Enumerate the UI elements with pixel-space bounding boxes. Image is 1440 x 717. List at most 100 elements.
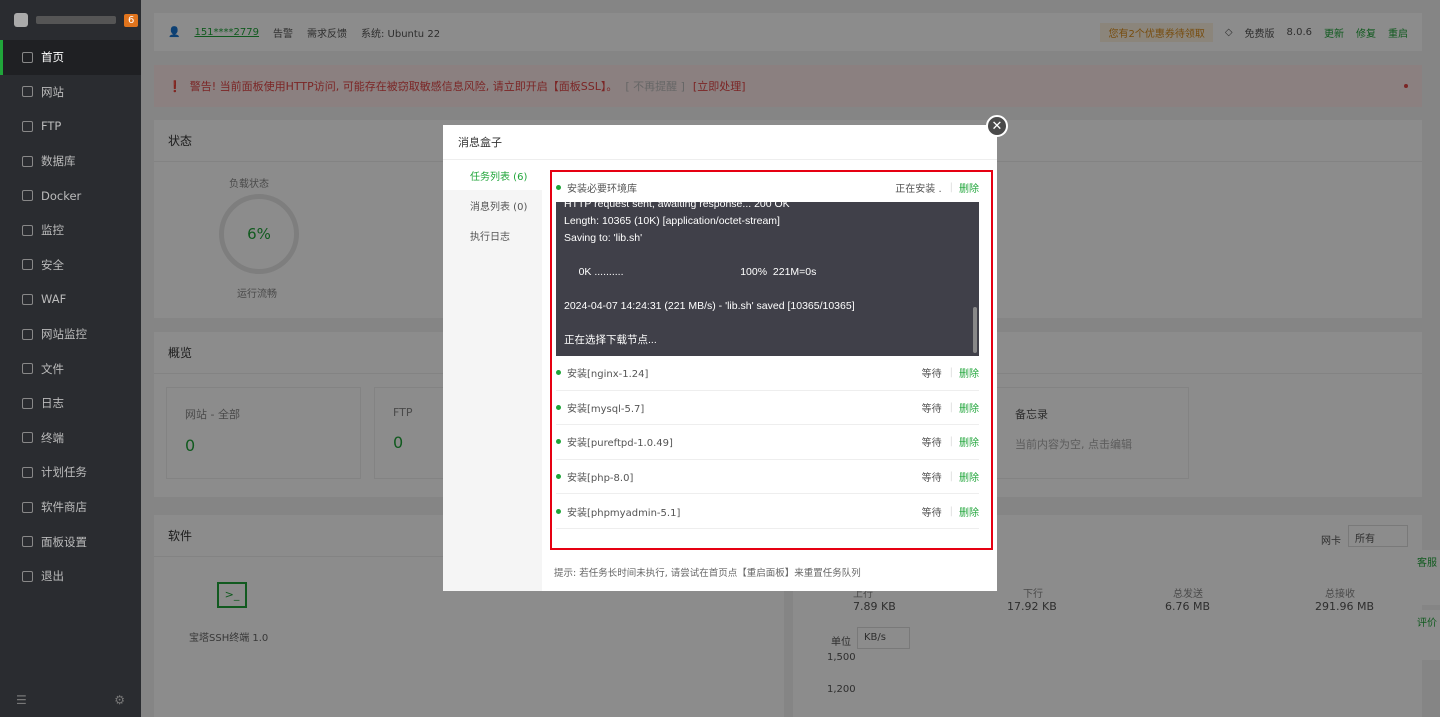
task-item: 安装[phpmyadmin-5.1] 等待 | 删除 xyxy=(556,494,979,529)
task-status: 等待 xyxy=(921,438,942,450)
sidebar-item[interactable]: 日志 xyxy=(0,386,141,421)
task-item: 安装[nginx-1.24] 等待 | 删除 xyxy=(556,356,979,391)
tab-task-list[interactable]: 任务列表 (6) xyxy=(443,160,542,190)
log-text: HTTP request sent, awaiting response... … xyxy=(564,202,971,349)
sidebar-item[interactable]: 面板设置 xyxy=(0,524,141,559)
sidebar-item-label: 安全 xyxy=(41,257,64,272)
log-line: HTTP request sent, awaiting response... … xyxy=(564,202,790,210)
sidebar-item-icon xyxy=(22,363,33,375)
task-status: 等待 xyxy=(921,473,942,485)
settings-icon[interactable]: ⚙ xyxy=(114,693,125,707)
separator: | xyxy=(949,436,953,448)
status-dot xyxy=(556,474,561,480)
sidebar-item-label: FTP xyxy=(41,119,62,134)
sidebar-item[interactable]: 文件 xyxy=(0,351,141,386)
separator: | xyxy=(949,505,953,517)
status-dot xyxy=(556,404,561,410)
sidebar-item-icon xyxy=(22,466,33,478)
sidebar-item[interactable]: 软件商店 xyxy=(0,490,141,525)
sidebar-item-label: 网站监控 xyxy=(41,327,87,342)
sidebar-item-icon xyxy=(22,328,33,340)
task-name: 安装[nginx-1.24] xyxy=(567,369,649,381)
log-line: Saving to: 'lib.sh' xyxy=(564,232,643,244)
sidebar-item[interactable]: 监控 xyxy=(0,213,141,248)
logo-icon xyxy=(14,13,28,27)
sidebar-item[interactable]: Docker xyxy=(0,178,141,213)
sidebar-item-icon xyxy=(22,432,33,444)
separator: | xyxy=(949,367,953,379)
separator: | xyxy=(949,471,953,483)
task-name: 安装[pureftpd-1.0.49] xyxy=(567,438,673,450)
separator: | xyxy=(949,401,953,413)
separator: | xyxy=(949,181,953,193)
task-list: 安装必要环境库 正在安装 . | 删除 HTTP request sent, a… xyxy=(550,170,993,550)
notification-badge[interactable]: 6 xyxy=(124,13,139,27)
sidebar-footer: ☰ ⚙ xyxy=(16,693,125,707)
delete-button[interactable]: 删除 xyxy=(959,469,979,484)
sidebar-item-icon xyxy=(22,120,33,132)
task-item: 安装必要环境库 正在安装 . | 删除 xyxy=(556,172,979,202)
sidebar-item-label: 监控 xyxy=(41,223,64,238)
tab-message-list[interactable]: 消息列表 (0) xyxy=(443,190,542,220)
sidebar-item-label: 计划任务 xyxy=(41,465,87,480)
collapse-icon[interactable]: ☰ xyxy=(16,693,27,707)
status-dot xyxy=(556,439,561,445)
sidebar-item[interactable]: 终端 xyxy=(0,421,141,456)
task-name: 安装[phpmyadmin-5.1] xyxy=(567,507,681,519)
sidebar-item-icon xyxy=(22,86,33,98)
task-name: 安装必要环境库 xyxy=(567,183,637,195)
sidebar-item-label: 文件 xyxy=(41,361,64,376)
task-item: 安装[php-8.0] 等待 | 删除 xyxy=(556,460,979,495)
sidebar-item[interactable]: 计划任务 xyxy=(0,455,141,490)
sidebar-item[interactable]: 数据库 xyxy=(0,144,141,179)
delete-button[interactable]: 删除 xyxy=(959,504,979,519)
sidebar-item-icon xyxy=(22,259,33,271)
sidebar: 6 首页网站 FTP 数据库 Docker 监控安全 WAF 网站监控文件日志终端计划任务软… xyxy=(0,0,141,717)
sidebar-item[interactable]: 退出 xyxy=(0,559,141,594)
sidebar-item-label: 软件商店 xyxy=(41,500,87,515)
task-status: 等待 xyxy=(921,507,942,519)
sidebar-item-icon xyxy=(22,397,33,409)
sidebar-item-icon xyxy=(22,501,33,513)
sidebar-item-label: 面板设置 xyxy=(41,534,87,549)
hint-text: 提示: 若任务长时间未执行, 请尝试在首页点【重启面板】来重置任务队列 xyxy=(554,568,861,579)
sidebar-item[interactable]: FTP xyxy=(0,109,141,144)
task-item: 安装[mysql-5.7] 等待 | 删除 xyxy=(556,391,979,426)
log-scrollbar[interactable] xyxy=(973,307,977,353)
sidebar-item-icon xyxy=(22,224,33,236)
sidebar-item-icon xyxy=(22,190,33,202)
sidebar-item-icon xyxy=(22,51,33,63)
sidebar-item[interactable]: 首页 xyxy=(0,40,141,75)
close-icon[interactable]: ✕ xyxy=(986,115,1008,137)
install-log[interactable]: HTTP request sent, awaiting response... … xyxy=(556,202,979,356)
sidebar-item-label: 网站 xyxy=(41,84,64,99)
delete-button[interactable]: 删除 xyxy=(959,400,979,415)
sidebar-item[interactable]: 网站监控 xyxy=(0,317,141,352)
task-status: 等待 xyxy=(921,369,942,381)
modal-tabs: 任务列表 (6) 消息列表 (0) 执行日志 xyxy=(443,160,542,591)
task-name: 安装[php-8.0] xyxy=(567,473,634,485)
status-dot xyxy=(556,370,561,376)
sidebar-item-label: 日志 xyxy=(41,396,64,411)
sidebar-item-icon xyxy=(22,155,33,167)
sidebar-item[interactable]: 网站 xyxy=(0,75,141,110)
sidebar-item-label: 终端 xyxy=(41,430,64,445)
sidebar-item-label: Docker xyxy=(41,188,82,203)
sidebar-item-icon xyxy=(22,536,33,548)
status-dot xyxy=(556,508,561,514)
delete-button[interactable]: 删除 xyxy=(959,365,979,380)
tab-exec-log[interactable]: 执行日志 xyxy=(443,220,542,250)
sidebar-item[interactable]: 安全 xyxy=(0,248,141,283)
task-name: 安装[mysql-5.7] xyxy=(567,403,645,415)
modal-title: 消息盒子 xyxy=(443,125,997,160)
log-line: 2024-04-07 14:24:31 (221 MB/s) - 'lib.sh… xyxy=(564,300,855,312)
log-line: 正在选择下载节点... xyxy=(564,334,657,346)
sidebar-item-icon xyxy=(22,293,33,305)
delete-button[interactable]: 删除 xyxy=(959,434,979,449)
status-dot xyxy=(556,184,561,190)
task-item: 安装[pureftpd-1.0.49] 等待 | 删除 xyxy=(556,425,979,460)
delete-button[interactable]: 删除 xyxy=(959,180,979,195)
sidebar-item[interactable]: WAF xyxy=(0,282,141,317)
